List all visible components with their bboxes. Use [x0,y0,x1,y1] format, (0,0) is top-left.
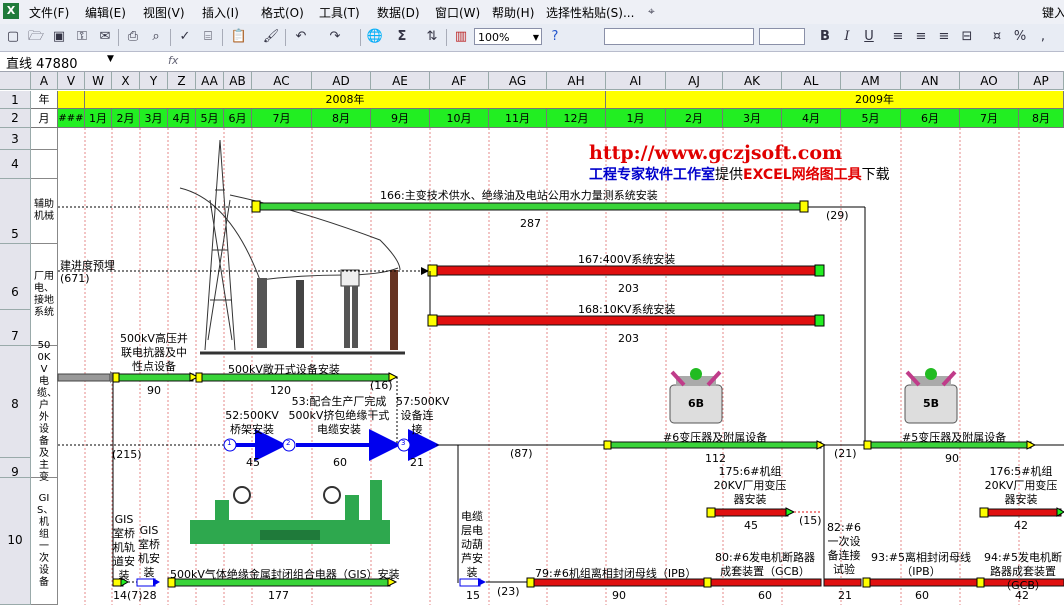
task-label[interactable]: 57:500KV设备连接 [396,395,449,437]
duration-label: 90 [147,384,161,397]
task-label[interactable]: 建进度预埋 [60,257,115,273]
bar-500kv-start [57,373,111,382]
promo-download: 下载 [861,167,890,183]
task-label[interactable]: 175:6#机组20KV厂用变压器安装 [710,465,790,507]
duration-label: 177 [268,589,289,602]
float-label: (87) [510,447,533,460]
duration-label: 21 [410,456,424,469]
duration-label: 60 [915,589,929,602]
gis-illustration [190,480,390,544]
bar-167 [429,265,823,276]
duration-label: 42 [1015,589,1029,602]
float-label: (7) [127,589,143,602]
promo-provides: 提供 [715,167,743,183]
duration-label: 203 [618,282,639,295]
duration-label: 15 [466,589,480,602]
task-label[interactable]: 82:#6一次设备连接试验 [824,521,864,577]
duration-label: 90 [945,452,959,465]
task-label[interactable]: 168:10KV系统安装 [578,301,675,317]
network-diagram [57,128,1064,605]
transformer-badge: 5B [923,397,940,410]
promo-studio: 工程专家软件工作室 [589,167,715,183]
node-label: 2 [286,439,291,447]
task-label[interactable]: 80:#6发电机断路器成套装置（GCB） [710,551,820,579]
task-label[interactable]: 166:主变技术供水、绝缘油及电站公用水力量测系统安装 [380,187,658,203]
bar-168 [429,315,823,326]
gis-durations: 14(7)28 [113,589,157,602]
duration-label: 287 [520,217,541,230]
insulator-illustration [257,269,398,350]
duration-label: 14 [113,589,127,602]
task-label[interactable]: 电缆层电动葫芦安装 [460,510,484,580]
transformer-5b-illustration [904,368,958,424]
promo-tool: EXCEL网络图工具 [743,167,862,183]
task-label[interactable]: 500kV气体绝缘金属封闭组合电器（GIS）安装 [170,566,400,582]
bar-176 [982,508,1062,517]
transformer-6b-illustration [669,368,723,424]
duration-label: 45 [246,456,260,469]
float-label: (16) [370,379,393,392]
float-label: (23) [497,585,520,598]
task-label[interactable]: GIS室桥机安装 [137,524,161,580]
duration-label: 203 [618,332,639,345]
task-label[interactable]: 93:#5离相封闭母线（IPB） [866,551,976,579]
task-label[interactable]: GIS室桥机轨道安装 [112,513,136,583]
duration-label: 60 [333,456,347,469]
transformer-badge: 6B [688,397,705,410]
node-label: 1 [227,439,232,447]
bar-reactor [112,373,194,382]
task-label[interactable]: 79:#6机组离相封闭母线（IPB） [535,565,696,581]
task-label[interactable]: 500kV敞开式设备安装 [228,361,340,377]
task-label[interactable]: 94:#5发电机断路器成套装置（GCB） [982,551,1064,593]
bar-82 [823,578,862,587]
node-label: 3 [401,439,406,447]
float-label: (29) [826,209,849,222]
duration-label: 21 [838,589,852,602]
task-label[interactable]: #6变压器及附属设备 [663,429,767,445]
bar-166 [251,202,808,211]
task-label[interactable]: #5变压器及附属设备 [902,429,1006,445]
duration-label: 42 [1014,519,1028,532]
float-label: (15) [799,514,822,527]
site-url[interactable]: http://www.gczjsoft.com [589,142,842,164]
duration-label: 60 [758,589,772,602]
float-label: (671) [60,272,90,285]
float-label: (21) [834,447,857,460]
promo-line: 工程专家软件工作室提供EXCEL网络图工具下载 [589,164,890,184]
bar-80 [706,578,822,587]
float-label: (215) [112,448,142,461]
task-label[interactable]: 500kV高压并联电抗器及中性点设备 [118,332,190,374]
duration-label: 112 [705,452,726,465]
task-label[interactable]: 176:5#机组20KV厂用变压器安装 [981,465,1061,507]
duration-label: 28 [142,589,157,602]
duration-label: 90 [612,589,626,602]
bar-175 [709,508,789,517]
duration-label: 45 [744,519,758,532]
bar-93 [865,578,979,587]
task-label[interactable]: 53:配合生产厂完成500kV挤包绝缘干式电缆安装 [284,395,394,437]
task-label[interactable]: 52:500KV桥架安装 [224,409,280,437]
task-label[interactable]: 167:400V系统安装 [578,251,675,267]
